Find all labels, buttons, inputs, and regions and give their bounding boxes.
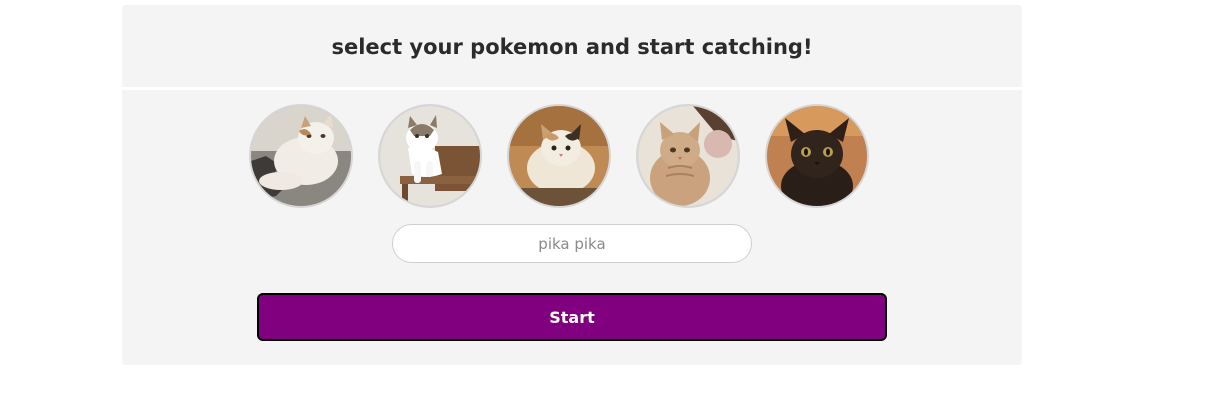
pokemon-avatar-5[interactable] xyxy=(765,104,869,208)
card-header: select your pokemon and start catching! xyxy=(122,5,1022,90)
selection-card: select your pokemon and start catching! xyxy=(122,5,1022,365)
page-title: select your pokemon and start catching! xyxy=(331,35,813,59)
pokemon-avatar-list xyxy=(249,104,869,208)
cat-photo-icon xyxy=(638,106,738,206)
cat-photo-icon xyxy=(251,106,351,206)
pokemon-avatar-1[interactable] xyxy=(249,104,353,208)
cat-photo-icon xyxy=(767,106,867,206)
cat-photo-icon xyxy=(380,106,480,206)
pokemon-name-input[interactable] xyxy=(392,224,752,263)
cat-photo-icon xyxy=(509,106,609,206)
pokemon-avatar-3[interactable] xyxy=(507,104,611,208)
pokemon-avatar-4[interactable] xyxy=(636,104,740,208)
pokemon-avatar-2[interactable] xyxy=(378,104,482,208)
start-button[interactable]: Start xyxy=(257,293,887,341)
